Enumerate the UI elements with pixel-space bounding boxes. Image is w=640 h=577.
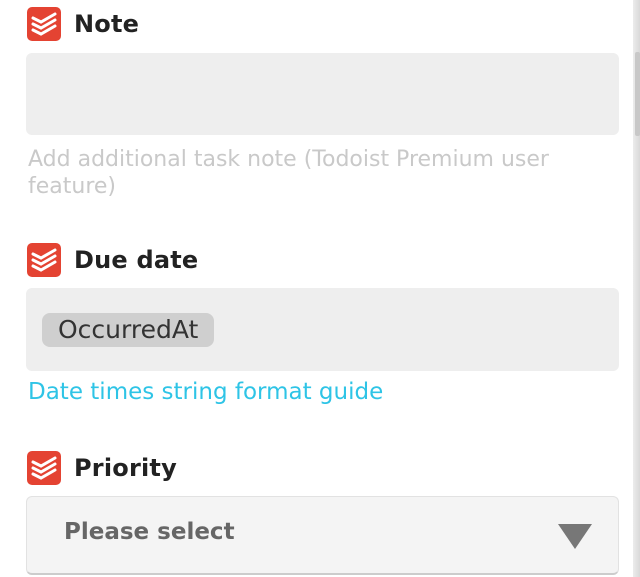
priority-label: Priority <box>74 454 177 482</box>
ingredient-pill[interactable]: OccurredAt <box>42 313 215 347</box>
priority-select[interactable]: Please select <box>26 496 619 575</box>
note-field[interactable] <box>26 53 619 135</box>
due-date-field[interactable]: OccurredAt <box>26 288 619 371</box>
due-date-label: Due date <box>74 246 199 274</box>
due-date-label-row: Due date <box>27 243 199 277</box>
todoist-logo-icon <box>27 7 61 41</box>
todoist-logo-icon <box>27 451 61 485</box>
chevron-down-icon <box>558 524 592 549</box>
priority-label-row: Priority <box>27 451 177 485</box>
scrollbar-thumb[interactable] <box>635 52 640 136</box>
priority-selected-value: Please select <box>64 519 235 545</box>
note-helper-text: Add additional task note (Todoist Premiu… <box>28 147 549 199</box>
applet-field-form: Note Add additional task note (Todoist P… <box>0 0 640 577</box>
date-format-guide-link[interactable]: Date times string format guide <box>28 379 383 405</box>
scrollbar-track[interactable] <box>633 0 640 577</box>
todoist-logo-icon <box>27 243 61 277</box>
note-label: Note <box>74 10 140 38</box>
note-label-row: Note <box>27 7 140 41</box>
